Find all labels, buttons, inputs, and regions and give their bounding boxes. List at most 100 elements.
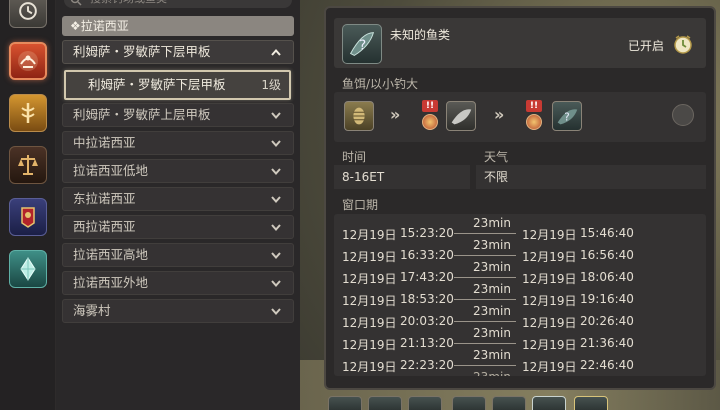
- start-date: 12月19日: [342, 294, 397, 308]
- end-date: 12月19日: [522, 272, 577, 286]
- end-time: 21:36:40: [580, 336, 634, 350]
- end-time: 19:16:40: [580, 292, 634, 306]
- list-item-region[interactable]: 拉诺西亚高地: [62, 243, 294, 267]
- list-item-region[interactable]: 利姆萨・罗敏萨下层甲板: [62, 40, 294, 64]
- duration-line: [454, 343, 516, 344]
- end-date: 12月19日: [522, 316, 577, 330]
- chevron-down-icon: [271, 280, 281, 287]
- chevron-down-icon: [271, 112, 281, 119]
- start-date: 12月19日: [342, 338, 397, 352]
- end-date: 12月19日: [522, 228, 577, 242]
- chevron-down-icon: [271, 224, 281, 231]
- spot-label: 利姆萨・罗敏萨下层甲板: [88, 77, 226, 92]
- start-time: 18:53:20: [400, 292, 454, 306]
- spot-level: 1级: [261, 78, 281, 92]
- duration: 23min: [473, 238, 511, 252]
- start-date: 12月19日: [342, 360, 397, 374]
- chevron-down-icon: [271, 252, 281, 259]
- end-time: 15:46:40: [580, 226, 634, 240]
- alert-badge: !!: [526, 100, 542, 112]
- chevron-right-icon: »: [390, 105, 400, 124]
- fish-name: 未知的鱼类: [390, 28, 451, 42]
- list-item-region[interactable]: 拉诺西亚外地: [62, 271, 294, 295]
- staff-emblem-icon[interactable]: [9, 94, 47, 132]
- start-time: 22:23:20: [400, 358, 454, 372]
- list-item-label: 拉诺西亚低地: [73, 163, 149, 178]
- scales-icon[interactable]: [9, 146, 47, 184]
- crystal-icon[interactable]: [9, 250, 47, 288]
- duration: 23min: [473, 260, 511, 274]
- weather-value: 不限: [476, 165, 706, 189]
- window-row: 12月19日 20:03:20 23min 12月19日 20:26:40: [342, 304, 702, 334]
- target-fish-icon[interactable]: ?: [552, 101, 582, 131]
- region-header[interactable]: ❖拉诺西亚: [62, 16, 294, 36]
- window-row: 12月19日 21:13:20 23min 12月19日 21:36:40: [342, 326, 702, 356]
- fish-slot[interactable]: [328, 396, 362, 410]
- duration-line: [454, 299, 516, 300]
- duration: 23min: [473, 326, 511, 340]
- fish-slot[interactable]: [452, 396, 486, 410]
- chevron-down-icon: [271, 140, 281, 147]
- list-item-label: 拉诺西亚外地: [73, 275, 149, 290]
- left-icon-rail: [0, 0, 56, 410]
- hookset-icon: [526, 114, 542, 130]
- list-item-label: 西拉诺西亚: [73, 219, 136, 234]
- window-row: 12月19日 16:33:20 23min 12月19日 16:56:40: [342, 238, 702, 268]
- start-date: 12月19日: [342, 228, 397, 242]
- list-item-label: 利姆萨・罗敏萨上层甲板: [73, 107, 211, 122]
- fish-slot[interactable]: [492, 396, 526, 410]
- window-row: 12月19日 17:43:20 23min 12月19日 18:06:40: [342, 260, 702, 290]
- start-time: 17:43:20: [400, 270, 454, 284]
- search-input[interactable]: 搜索钓场或鱼类: [64, 0, 292, 8]
- duration: 23min: [473, 282, 511, 296]
- duration: 23min: [473, 348, 511, 362]
- chevron-down-icon: [271, 308, 281, 315]
- fishing-rod-icon[interactable]: [672, 104, 694, 126]
- fish-slot[interactable]: [408, 396, 442, 410]
- end-date: 12月19日: [522, 294, 577, 308]
- window-row: 12月19日 15:23:20 23min 12月19日 15:46:40: [342, 216, 702, 246]
- duration: 23min: [473, 216, 511, 230]
- list-item-region[interactable]: 东拉诺西亚: [62, 187, 294, 211]
- chevron-down-icon: [271, 168, 281, 175]
- hookset-icon: [422, 114, 438, 130]
- fish-slot[interactable]: [574, 396, 608, 410]
- end-date: 12月19日: [522, 338, 577, 352]
- fishing-spot-selected[interactable]: 利姆萨・罗敏萨下层甲板 1级: [64, 70, 291, 100]
- alarm-clock-icon[interactable]: [672, 33, 694, 55]
- weather-label: 天气: [484, 150, 509, 164]
- window-row: 12月19日 18:53:20 23min 12月19日 19:16:40: [342, 282, 702, 312]
- unknown-fish-icon: ?: [342, 24, 382, 64]
- duration: 23min: [473, 304, 511, 318]
- list-item-label: 拉诺西亚高地: [73, 247, 149, 262]
- fish-slot[interactable]: [368, 396, 402, 410]
- chevron-down-icon: [271, 196, 281, 203]
- fish-selection-bar: [324, 394, 624, 410]
- chevron-up-icon: [271, 49, 281, 56]
- duration-line: [454, 365, 516, 366]
- fish-status: 已开启: [628, 39, 665, 53]
- duration-line: [454, 321, 516, 322]
- start-date: 12月19日: [342, 272, 397, 286]
- list-item-label: 利姆萨・罗敏萨下层甲板: [73, 44, 211, 59]
- list-item-region[interactable]: 利姆萨・罗敏萨上层甲板: [62, 103, 294, 127]
- end-time: 16:56:40: [580, 248, 634, 262]
- banner-icon[interactable]: [9, 198, 47, 236]
- list-item-region[interactable]: 海雾村: [62, 299, 294, 323]
- start-time: 16:33:20: [400, 248, 454, 262]
- bait-icon[interactable]: [344, 101, 374, 131]
- list-item-region[interactable]: 西拉诺西亚: [62, 215, 294, 239]
- fishing-guild-icon[interactable]: [9, 42, 47, 80]
- window-label: 窗口期: [342, 198, 379, 212]
- start-time: 15:23:20: [400, 226, 454, 240]
- list-item-region[interactable]: 中拉诺西亚: [62, 131, 294, 155]
- svg-text:?: ?: [359, 39, 366, 54]
- duration-line: [454, 255, 516, 256]
- list-item-region[interactable]: 拉诺西亚低地: [62, 159, 294, 183]
- end-date: 12月19日: [522, 360, 577, 374]
- clock-icon[interactable]: [9, 0, 47, 28]
- duration-line: [454, 277, 516, 278]
- alert-badge: !!: [422, 100, 438, 112]
- intermediate-fish-icon[interactable]: [446, 101, 476, 131]
- fish-slot-selected[interactable]: [532, 396, 566, 410]
